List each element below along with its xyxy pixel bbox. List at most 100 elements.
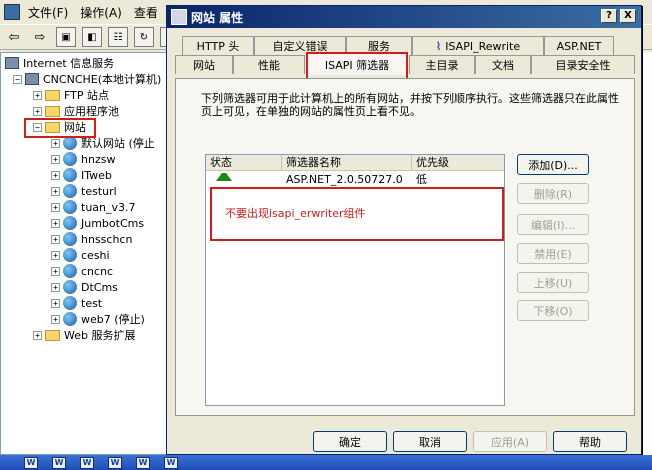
word-doc-icon[interactable]: W: [52, 456, 66, 469]
tree-node[interactable]: + hnzsw: [51, 151, 115, 167]
list-header: 状态 筛选器名称 优先级: [206, 155, 504, 171]
tree-node[interactable]: + 应用程序池: [33, 103, 119, 119]
website-icon: [63, 216, 77, 230]
expander-icon[interactable]: +: [51, 202, 60, 212]
add-button[interactable]: 添加(D)...: [517, 154, 589, 175]
back-icon[interactable]: ⇦: [4, 27, 24, 47]
tree-node-label: FTP 站点: [64, 89, 109, 102]
tree-node[interactable]: + hnsschcn: [51, 231, 132, 247]
expander-icon[interactable]: +: [33, 90, 42, 100]
expander-icon[interactable]: +: [51, 314, 60, 324]
expander-icon[interactable]: +: [51, 266, 60, 276]
tree-node-label: 应用程序池: [64, 105, 119, 118]
word-doc-icon[interactable]: W: [24, 456, 38, 469]
filter-name-cell: ASP.NET_2.0.50727.0: [286, 172, 403, 186]
word-doc-icon[interactable]: W: [80, 456, 94, 469]
tab-home-directory[interactable]: 主目录: [409, 55, 475, 74]
move-up-button[interactable]: 上移(U): [517, 272, 589, 293]
computer-icon: [25, 73, 39, 85]
expander-icon[interactable]: +: [51, 234, 60, 244]
expander-icon[interactable]: +: [51, 186, 60, 196]
table-row[interactable]: ASP.NET_2.0.50727.0 低: [206, 171, 504, 187]
expander-icon[interactable]: +: [51, 218, 60, 228]
tree-node-label: Internet 信息服务: [23, 57, 115, 70]
edit-button[interactable]: 编辑(I)...: [517, 214, 589, 235]
show-tree-icon[interactable]: ◧: [82, 27, 102, 47]
forward-icon[interactable]: ⇨: [30, 27, 50, 47]
tab-directory-security[interactable]: 目录安全性: [531, 55, 635, 74]
expander-icon[interactable]: −: [13, 74, 22, 84]
refresh-icon[interactable]: ↻: [134, 27, 154, 47]
tree-node[interactable]: − CNCNCHE(本地计算机): [13, 71, 161, 87]
menu-action[interactable]: 操作(A): [80, 4, 122, 21]
tree-node-label: test: [81, 296, 103, 310]
dialog-titlebar: 网站 属性: [167, 6, 641, 28]
help-dialog-button[interactable]: 帮助: [553, 431, 627, 452]
word-doc-icon[interactable]: W: [108, 456, 122, 469]
status-cell: [206, 173, 282, 183]
ok-button[interactable]: 确定: [313, 431, 387, 452]
up-arrow-icon: [216, 173, 232, 181]
tree-node-label: web7 (停止): [81, 313, 145, 326]
tree-node[interactable]: + web7 (停止): [51, 311, 145, 327]
dialog-icon: [171, 9, 187, 25]
expander-icon[interactable]: +: [51, 170, 60, 180]
expander-icon[interactable]: +: [33, 106, 42, 116]
tab-website[interactable]: 网站: [175, 55, 233, 74]
remove-button[interactable]: 删除(R): [517, 183, 589, 204]
website-icon: [63, 312, 77, 326]
expander-icon[interactable]: +: [51, 138, 60, 148]
website-icon: [63, 168, 77, 182]
close-button[interactable]: X: [620, 9, 636, 23]
menu-view[interactable]: 查看: [134, 4, 158, 21]
website-icon: [63, 200, 77, 214]
tree-node-label: DtCms: [81, 280, 118, 294]
col-status[interactable]: 状态: [206, 155, 282, 170]
expander-icon[interactable]: +: [51, 282, 60, 292]
tree-node[interactable]: + ceshi: [51, 247, 110, 263]
tree-node[interactable]: + ITweb: [51, 167, 112, 183]
disable-button[interactable]: 禁用(E): [517, 243, 589, 264]
isapi-rewrite-icon: ⌇: [435, 39, 442, 53]
tree-node[interactable]: + Web 服务扩展: [33, 327, 135, 343]
tab-http-headers[interactable]: HTTP 头: [182, 36, 254, 55]
expander-icon[interactable]: +: [51, 250, 60, 260]
expander-icon[interactable]: +: [33, 330, 42, 340]
cancel-button[interactable]: 取消: [393, 431, 467, 452]
word-doc-icon[interactable]: W: [164, 456, 178, 469]
website-icon: [63, 248, 77, 262]
apply-button[interactable]: 应用(A): [473, 431, 547, 452]
tree-node[interactable]: + cncnc: [51, 263, 113, 279]
tab-aspnet[interactable]: ASP.NET: [544, 36, 614, 55]
help-button[interactable]: ?: [601, 9, 617, 23]
tree-node[interactable]: Internet 信息服务: [5, 55, 114, 71]
tree-node[interactable]: + tuan_v3.7: [51, 199, 136, 215]
col-priority[interactable]: 优先级: [412, 155, 504, 170]
website-icon: [63, 184, 77, 198]
tree-node-label: tuan_v3.7: [81, 200, 136, 214]
annotation-text: 不要出现isapi_erwriter组件: [225, 207, 366, 220]
tree-node-label: ceshi: [81, 248, 110, 262]
website-icon: [63, 264, 77, 278]
col-filter-name[interactable]: 筛选器名称: [282, 155, 412, 170]
tab-isapi-rewrite[interactable]: ⌇ ISAPI_Rewrite: [412, 36, 544, 55]
properties-icon[interactable]: ☷: [108, 27, 128, 47]
tree-node-label: hnzsw: [81, 152, 116, 166]
tab-documents[interactable]: 文档: [475, 55, 531, 74]
folder-icon: [45, 329, 60, 341]
up-folder-icon[interactable]: ▣: [56, 27, 76, 47]
tree-node[interactable]: + DtCms: [51, 279, 118, 295]
tree-view[interactable]: Internet 信息服务 − CNCNCHE(本地计算机) + FTP 站点 + 应用程序…: [0, 52, 168, 455]
word-doc-icon[interactable]: W: [136, 456, 150, 469]
tree-node[interactable]: + test: [51, 295, 102, 311]
expander-icon[interactable]: +: [51, 298, 60, 308]
menu-file[interactable]: 文件(F): [28, 4, 68, 21]
move-down-button[interactable]: 下移(O): [517, 300, 589, 321]
website-icon: [63, 136, 77, 150]
tree-node[interactable]: + FTP 站点: [33, 87, 109, 103]
filters-description: 下列筛选器可用于此计算机上的所有网站，并按下列顺序执行。这些筛选器只在此属性页上…: [201, 92, 619, 118]
tree-node[interactable]: + JumbotCms: [51, 215, 144, 231]
tab-performance[interactable]: 性能: [233, 55, 305, 74]
tree-node[interactable]: + testurl: [51, 183, 117, 199]
expander-icon[interactable]: +: [51, 154, 60, 164]
